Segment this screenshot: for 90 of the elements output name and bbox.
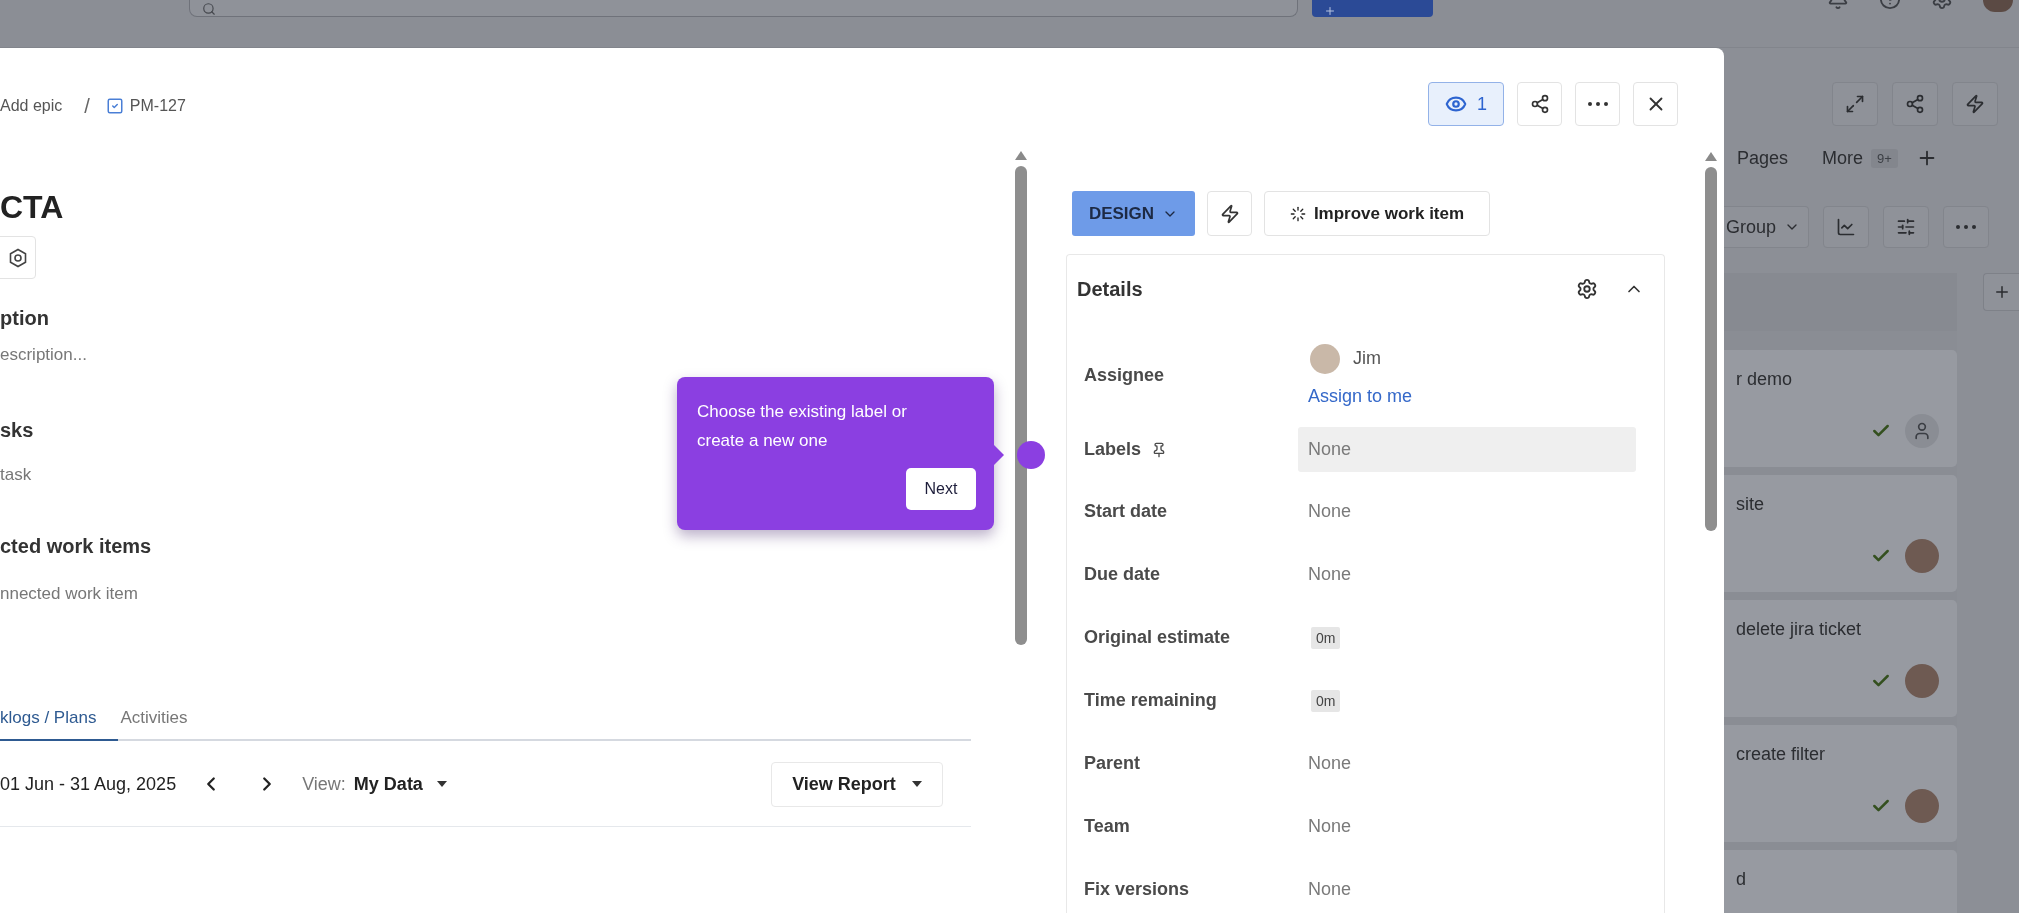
caret-icon <box>436 781 447 787</box>
breadcrumb-separator: / <box>84 94 90 118</box>
avatar-placeholder <box>1905 664 1939 698</box>
field-value: None <box>1308 753 1352 774</box>
chart-button[interactable] <box>1823 206 1869 248</box>
section-placeholder[interactable]: nnected work item <box>0 583 138 605</box>
field-label: Original estimate <box>1084 627 1231 648</box>
card-title: r demo <box>1736 369 1794 390</box>
field-value: None <box>1308 439 1352 460</box>
field-value: Jim <box>1353 348 1381 369</box>
field-label: Time remaining <box>1084 690 1217 711</box>
add-column-button[interactable] <box>1983 273 2019 311</box>
watch-button[interactable]: 1 <box>1428 82 1504 126</box>
tab[interactable]: klogs / Plans <box>0 697 119 741</box>
panel-title: Details <box>1077 277 1143 301</box>
next-button[interactable]: Next <box>906 468 976 510</box>
work-item-title: CTA <box>0 188 65 227</box>
task-card[interactable]: create filter <box>1724 725 1957 842</box>
assign-link[interactable]: Assign to me <box>1308 385 1413 407</box>
caret-icon <box>911 781 922 787</box>
nav-tab[interactable]: More <box>1822 147 1864 169</box>
share-icon <box>1905 94 1925 114</box>
search-field[interactable] <box>189 0 1298 17</box>
field-label: Assignee <box>1084 364 1165 386</box>
avatar-placeholder[interactable] <box>1983 0 2013 12</box>
avatar-placeholder <box>1310 343 1340 374</box>
plus-icon <box>1324 5 1336 17</box>
view-report-button[interactable]: View Report <box>771 761 943 807</box>
sliders-icon <box>1896 217 1916 237</box>
view-dropdown[interactable]: My Data <box>353 773 447 795</box>
task-card[interactable]: site <box>1724 475 1957 592</box>
settings-icon[interactable] <box>1576 278 1598 300</box>
field-value[interactable]: 0m <box>1311 689 1341 712</box>
field-label: Start date <box>1084 501 1168 522</box>
group-dropdown[interactable]: Group <box>1724 206 1809 248</box>
task-card[interactable]: r demo <box>1724 350 1957 467</box>
scrollbar-thumb[interactable] <box>1705 167 1717 531</box>
scroll-up-arrow[interactable] <box>1015 151 1027 160</box>
task-card[interactable]: delete jira ticket <box>1724 600 1957 717</box>
section-heading: cted work items <box>0 534 152 559</box>
expand-icon <box>1845 94 1865 114</box>
search-icon <box>202 2 216 16</box>
tooltip-text: Choose the existing label or create a new one <box>697 401 908 452</box>
hexagon-button[interactable] <box>0 236 36 279</box>
avatar-placeholder <box>1905 539 1939 573</box>
field-label: Due date <box>1084 564 1161 585</box>
lightning-icon <box>1965 94 1985 114</box>
improve-button[interactable]: Improve work item <box>1264 191 1490 236</box>
checkbox-icon <box>105 97 124 115</box>
scrollbar-thumb[interactable] <box>1015 166 1027 645</box>
field-label: Labels <box>1084 439 1142 460</box>
field-value: None <box>1308 501 1352 522</box>
breadcrumb-link[interactable]: Add epic <box>0 97 63 115</box>
field-value: None <box>1308 564 1352 585</box>
hexagon-icon <box>8 247 28 268</box>
chart-icon <box>1836 217 1856 237</box>
more-icon <box>1587 102 1608 106</box>
avatar-placeholder <box>1905 789 1939 823</box>
section-heading: ption <box>0 306 49 331</box>
filter-button[interactable] <box>1883 206 1929 248</box>
date-range: 01 Jun - 31 Aug, 2025 <box>0 773 177 795</box>
field-value[interactable]: 0m <box>1311 626 1341 649</box>
nav-tab[interactable]: Pages <box>1737 147 1789 169</box>
field-value: None <box>1308 879 1352 900</box>
count-badge: 9+ <box>1871 148 1898 168</box>
tour-beacon <box>1017 441 1045 469</box>
card-title: d <box>1736 869 1747 890</box>
section-placeholder[interactable]: escription... <box>0 344 87 366</box>
status-dropdown[interactable]: DESIGN <box>1072 191 1195 236</box>
card-title: site <box>1736 494 1765 515</box>
section-placeholder[interactable]: task <box>0 464 32 486</box>
scroll-up-arrow[interactable] <box>1705 152 1717 161</box>
field-label: Team <box>1084 816 1130 837</box>
share-icon <box>1529 94 1550 114</box>
tab[interactable]: Activities <box>120 697 210 741</box>
more-icon <box>1956 225 1976 229</box>
expand-button[interactable] <box>1832 82 1878 126</box>
field-highlight[interactable]: None <box>1298 427 1636 472</box>
close-button[interactable] <box>1633 82 1678 126</box>
card-title: delete jira ticket <box>1736 619 1863 640</box>
field-value: None <box>1308 816 1352 837</box>
breadcrumb-link[interactable]: PM-127 <box>105 97 186 115</box>
card-title: create filter <box>1736 744 1827 765</box>
lightning-icon <box>1219 203 1240 224</box>
section-heading: sks <box>0 418 34 443</box>
task-card[interactable]: d <box>1724 850 1957 913</box>
field-label: Parent <box>1084 753 1141 774</box>
view-label: View: <box>302 773 346 795</box>
user-icon <box>1912 421 1932 441</box>
field-label: Fix versions <box>1084 879 1190 900</box>
